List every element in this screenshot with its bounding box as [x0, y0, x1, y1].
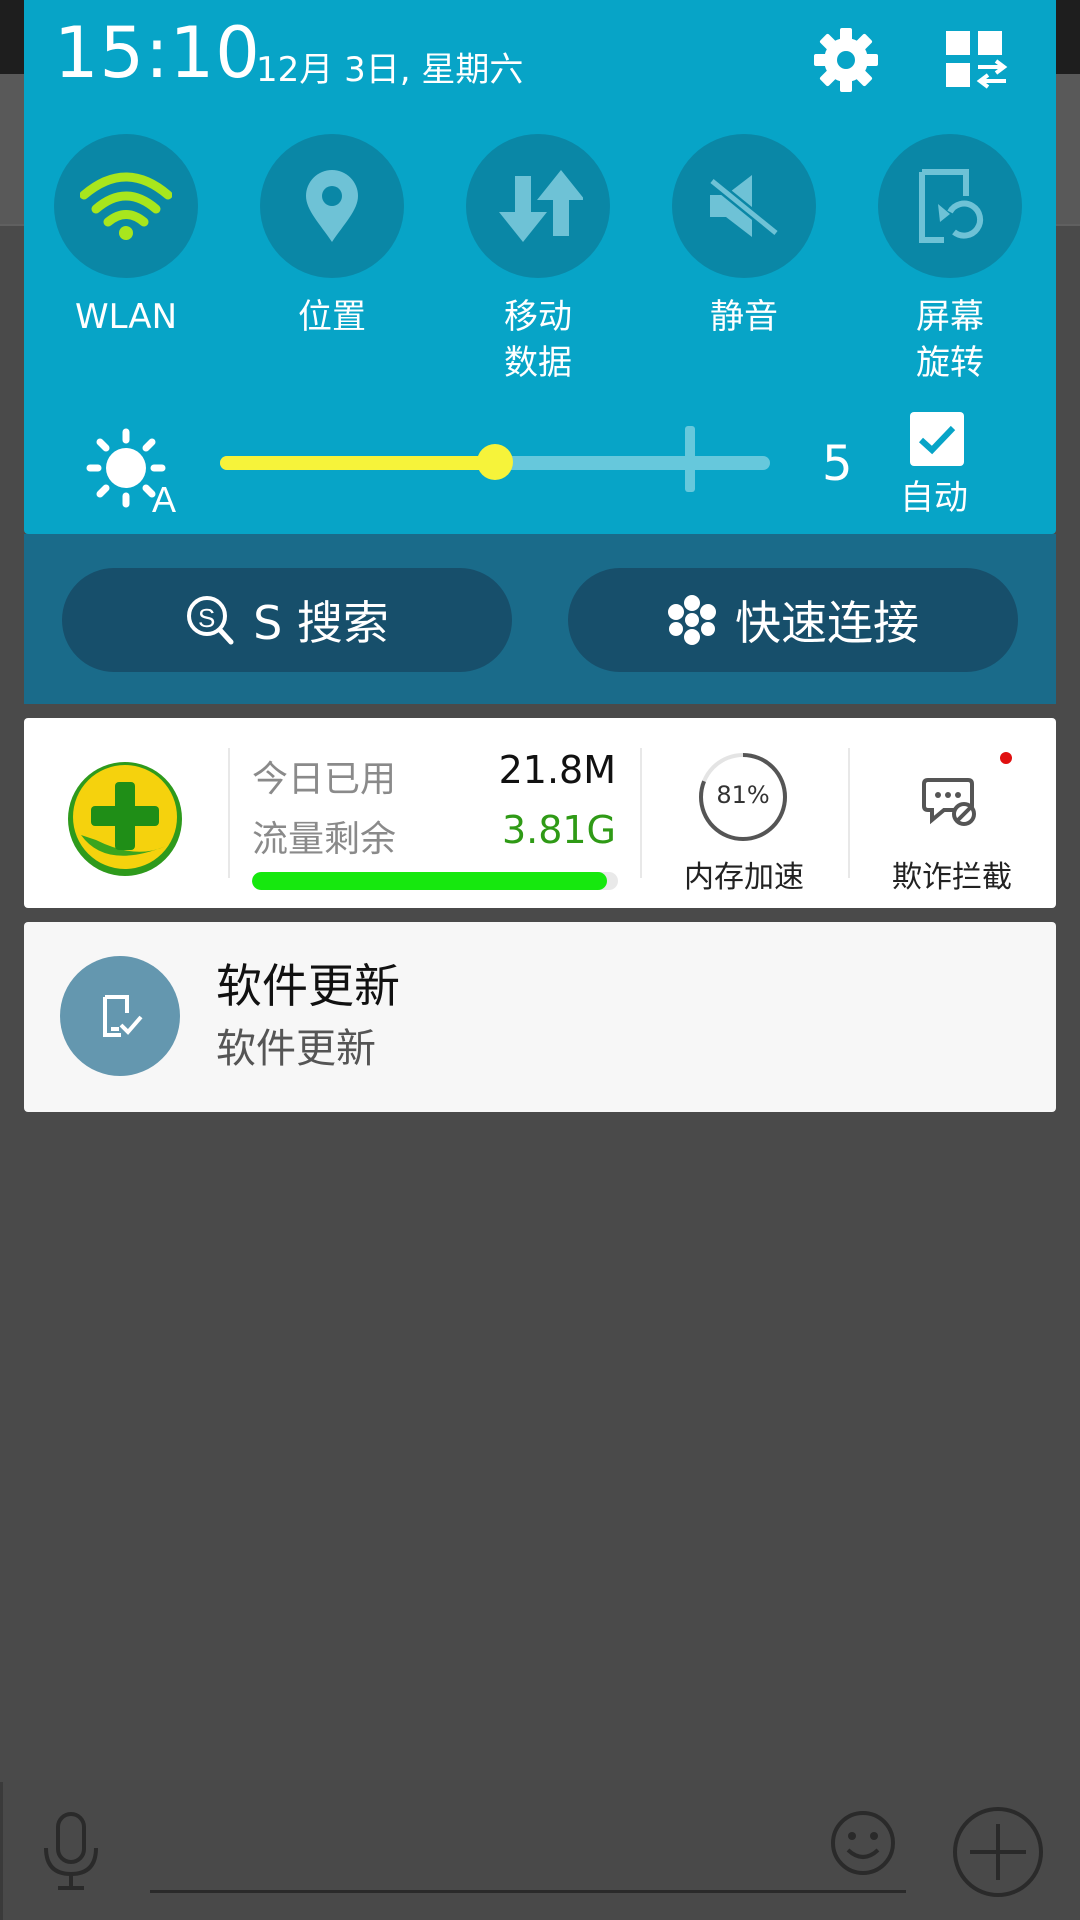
memory-percent: 81%: [716, 781, 770, 809]
notification-dot: [1000, 752, 1012, 764]
brightness-default-mark: [685, 426, 695, 492]
s-search-button[interactable]: S S 搜索: [62, 568, 512, 672]
data-used-value: 21.8M: [498, 748, 616, 792]
s-search-icon: S: [185, 594, 235, 646]
data-remaining-label: 流量剩余: [252, 819, 397, 860]
chat-input-bar: [0, 1780, 1080, 1920]
svg-text:A: A: [152, 479, 176, 514]
quick-connect-button[interactable]: 快速连接: [568, 568, 1018, 672]
quick-toggles: WLAN 位置 移动 数据 静音 屏幕 旋转: [24, 134, 1056, 394]
svg-text:S: S: [198, 603, 215, 633]
data-remaining-bar-fill: [252, 872, 608, 890]
notification-title: 软件更新: [216, 959, 400, 1013]
microphone-icon[interactable]: [36, 1812, 106, 1892]
message-input[interactable]: [150, 1890, 906, 1893]
mute-icon: [708, 175, 780, 237]
emoji-icon[interactable]: [830, 1810, 896, 1876]
software-update-icon: [103, 995, 143, 1037]
toggle-screen-rotation[interactable]: 屏幕 旋转: [850, 134, 1050, 394]
quick-connect-icon: [667, 595, 717, 645]
add-icon[interactable]: [952, 1806, 1044, 1898]
gear-icon: [814, 28, 878, 92]
toggle-circle: [466, 134, 610, 278]
screen-rotation-icon: [919, 169, 984, 243]
brightness-slider-thumb[interactable]: [477, 444, 513, 480]
clock: 15:10: [54, 12, 261, 94]
toggle-mute[interactable]: 静音: [644, 134, 844, 394]
toggle-circle: [878, 134, 1022, 278]
s-search-label: S 搜索: [253, 596, 389, 650]
toggle-circle: [672, 134, 816, 278]
auto-brightness-icon: A: [86, 428, 176, 514]
date: 12月 3日, 星期六: [256, 50, 524, 90]
auto-brightness-label: 自动: [900, 478, 968, 518]
mobile-data-icon: [499, 170, 583, 242]
software-update-notification[interactable]: 软件更新 软件更新: [24, 922, 1056, 1112]
notification-text: 软件更新: [216, 1026, 376, 1072]
settings-button[interactable]: [804, 22, 888, 98]
quick-connect-label: 快速连接: [735, 596, 919, 650]
data-used-label: 今日已用: [252, 759, 397, 800]
grid-edit-icon: [946, 31, 1008, 89]
search-connect-bar: S S 搜索 快速连接: [24, 534, 1056, 704]
security-app-logo-icon: [68, 762, 182, 876]
location-icon: [306, 170, 358, 242]
memory-boost-label: 内存加速: [684, 860, 804, 895]
wifi-icon: [80, 172, 172, 240]
divider: [640, 748, 642, 878]
toggle-wlan[interactable]: WLAN: [26, 134, 226, 394]
fraud-block-icon: [922, 778, 976, 826]
toggle-label: WLAN: [74, 297, 178, 337]
brightness-slider-fill: [220, 456, 495, 470]
data-remaining-value: 3.81G: [501, 808, 616, 852]
quick-settings-panel: 15:10 12月 3日, 星期六 WLAN 位置 移动 数据 静音 屏幕 旋转…: [24, 0, 1056, 534]
toggle-mobile-data[interactable]: 移动 数据: [438, 134, 638, 394]
toggle-circle: [260, 134, 404, 278]
toggle-circle: [54, 134, 198, 278]
toggle-label: 屏幕 旋转: [916, 297, 984, 383]
toggle-label: 位置: [298, 297, 366, 337]
divider: [0, 1782, 3, 1920]
divider: [848, 748, 850, 878]
brightness-row: A 5 自动: [24, 412, 1056, 520]
check-icon: [918, 425, 956, 455]
brightness-slider[interactable]: [220, 426, 770, 492]
divider: [228, 748, 230, 878]
auto-brightness-checkbox[interactable]: [910, 412, 964, 466]
brightness-value: 5: [822, 436, 853, 492]
toggle-label: 移动 数据: [504, 297, 572, 383]
edit-quick-settings-button[interactable]: [934, 22, 1018, 98]
data-remaining-bar: [252, 872, 618, 890]
toggle-label: 静音: [710, 297, 778, 337]
software-update-icon-circle: [60, 956, 180, 1076]
toggle-location[interactable]: 位置: [232, 134, 432, 394]
security-app-notification[interactable]: 今日已用 21.8M 流量剩余 3.81G 81% 内存加速 欺诈拦截: [24, 718, 1056, 908]
fraud-block-label: 欺诈拦截: [892, 860, 1012, 895]
